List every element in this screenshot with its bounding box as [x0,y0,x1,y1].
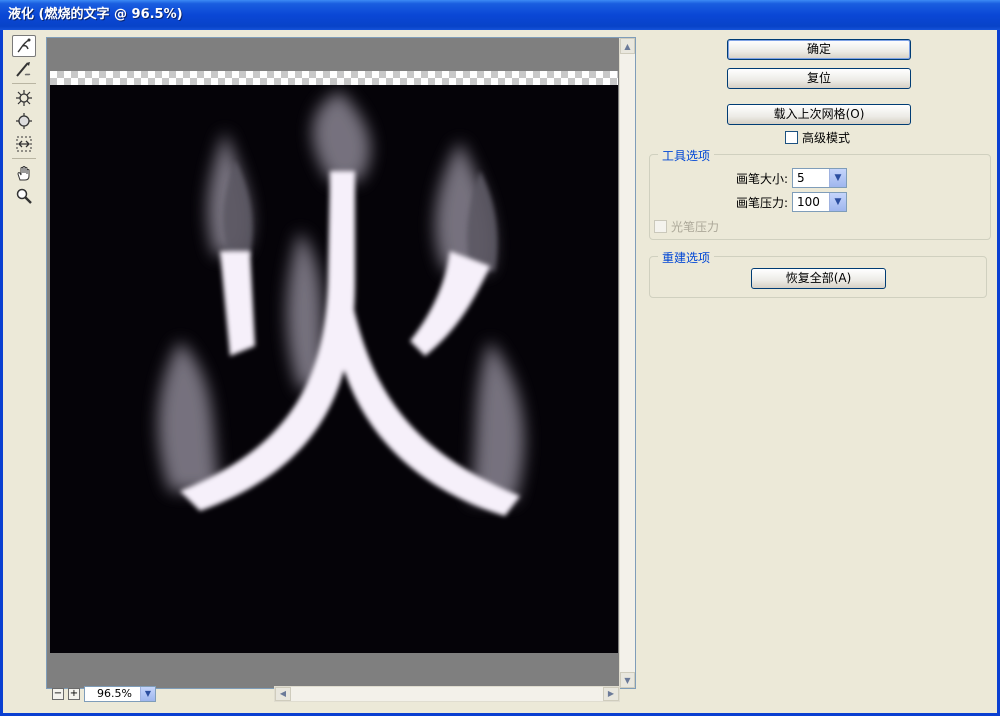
reconstruct-icon[interactable] [12,58,36,80]
brush-size-select[interactable]: 5 ▼ [792,168,847,188]
advanced-mode-label: 高级模式 [802,131,851,145]
chevron-down-icon[interactable]: ▼ [829,193,846,211]
push-left-icon[interactable] [12,133,36,155]
tool-options-title: 工具选项 [658,147,715,164]
advanced-mode-box[interactable] [785,131,798,144]
zoom-in-button[interactable]: + [68,688,80,700]
zoom-level-value: 96.5% [97,687,132,700]
brush-pressure-value: 100 [797,195,820,209]
brush-size-value: 5 [797,171,805,185]
hand-icon[interactable] [12,162,36,184]
fire-text-image: 火 [50,71,525,516]
forward-warp-icon[interactable] [12,35,36,57]
zoom-level-select[interactable]: 96.5% ▼ [84,686,156,702]
toolbox [9,35,39,208]
zoom-bar: − + 96.5% ▼ ◀ ▶ [46,686,636,704]
reconstruct-options-title: 重建选项 [658,249,715,266]
pucker-icon[interactable] [12,87,36,109]
zoom-out-button[interactable]: − [52,688,64,700]
stylus-pressure-checkbox[interactable]: 光笔压力 [654,218,719,235]
dialog-body: 火 ▲ ▼ − + 96.5% ▼ ◀ ▶ 确定 复位 载入上次网格(O) [3,30,997,713]
stylus-pressure-box[interactable] [654,220,667,233]
bloat-icon[interactable] [12,110,36,132]
scroll-right-icon[interactable]: ▶ [603,687,619,701]
window-title: 液化 (燃烧的文字 @ 96.5%) [0,0,1000,30]
load-last-mesh-button[interactable]: 载入上次网格(O) [727,104,911,125]
canvas-glyph: 火 [50,71,62,74]
preview-area[interactable]: 火 ▲ ▼ [46,37,636,689]
toolbox-separator [12,83,36,84]
chevron-down-icon[interactable]: ▼ [829,169,846,187]
chevron-down-icon[interactable]: ▼ [140,687,155,701]
vertical-scrollbar[interactable]: ▲ ▼ [619,38,635,688]
advanced-mode-checkbox[interactable]: 高级模式 [785,129,850,146]
ok-button[interactable]: 确定 [727,39,911,60]
brush-size-label: 画笔大小: [736,172,789,186]
preview-canvas[interactable]: 火 [50,71,618,653]
reset-button[interactable]: 复位 [727,68,911,89]
brush-pressure-select[interactable]: 100 ▼ [792,192,847,212]
tool-options-group: 工具选项 画笔大小: 5 ▼ 画笔压力: 100 ▼ 光笔压力 [649,147,991,240]
horizontal-scrollbar[interactable]: ◀ ▶ [274,686,620,702]
brush-pressure-label: 画笔压力: [736,196,789,210]
stylus-pressure-label: 光笔压力 [671,220,720,234]
liquify-window: 液化 (燃烧的文字 @ 96.5%) ▲ ▼ − + 96.5% ▼ ◀ ▶ 确… [0,0,1000,716]
scroll-left-icon[interactable]: ◀ [275,687,291,701]
scroll-up-icon[interactable]: ▲ [620,38,635,54]
toolbox-separator [12,158,36,159]
restore-all-button[interactable]: 恢复全部(A) [751,268,886,289]
zoom-icon[interactable] [12,185,36,207]
